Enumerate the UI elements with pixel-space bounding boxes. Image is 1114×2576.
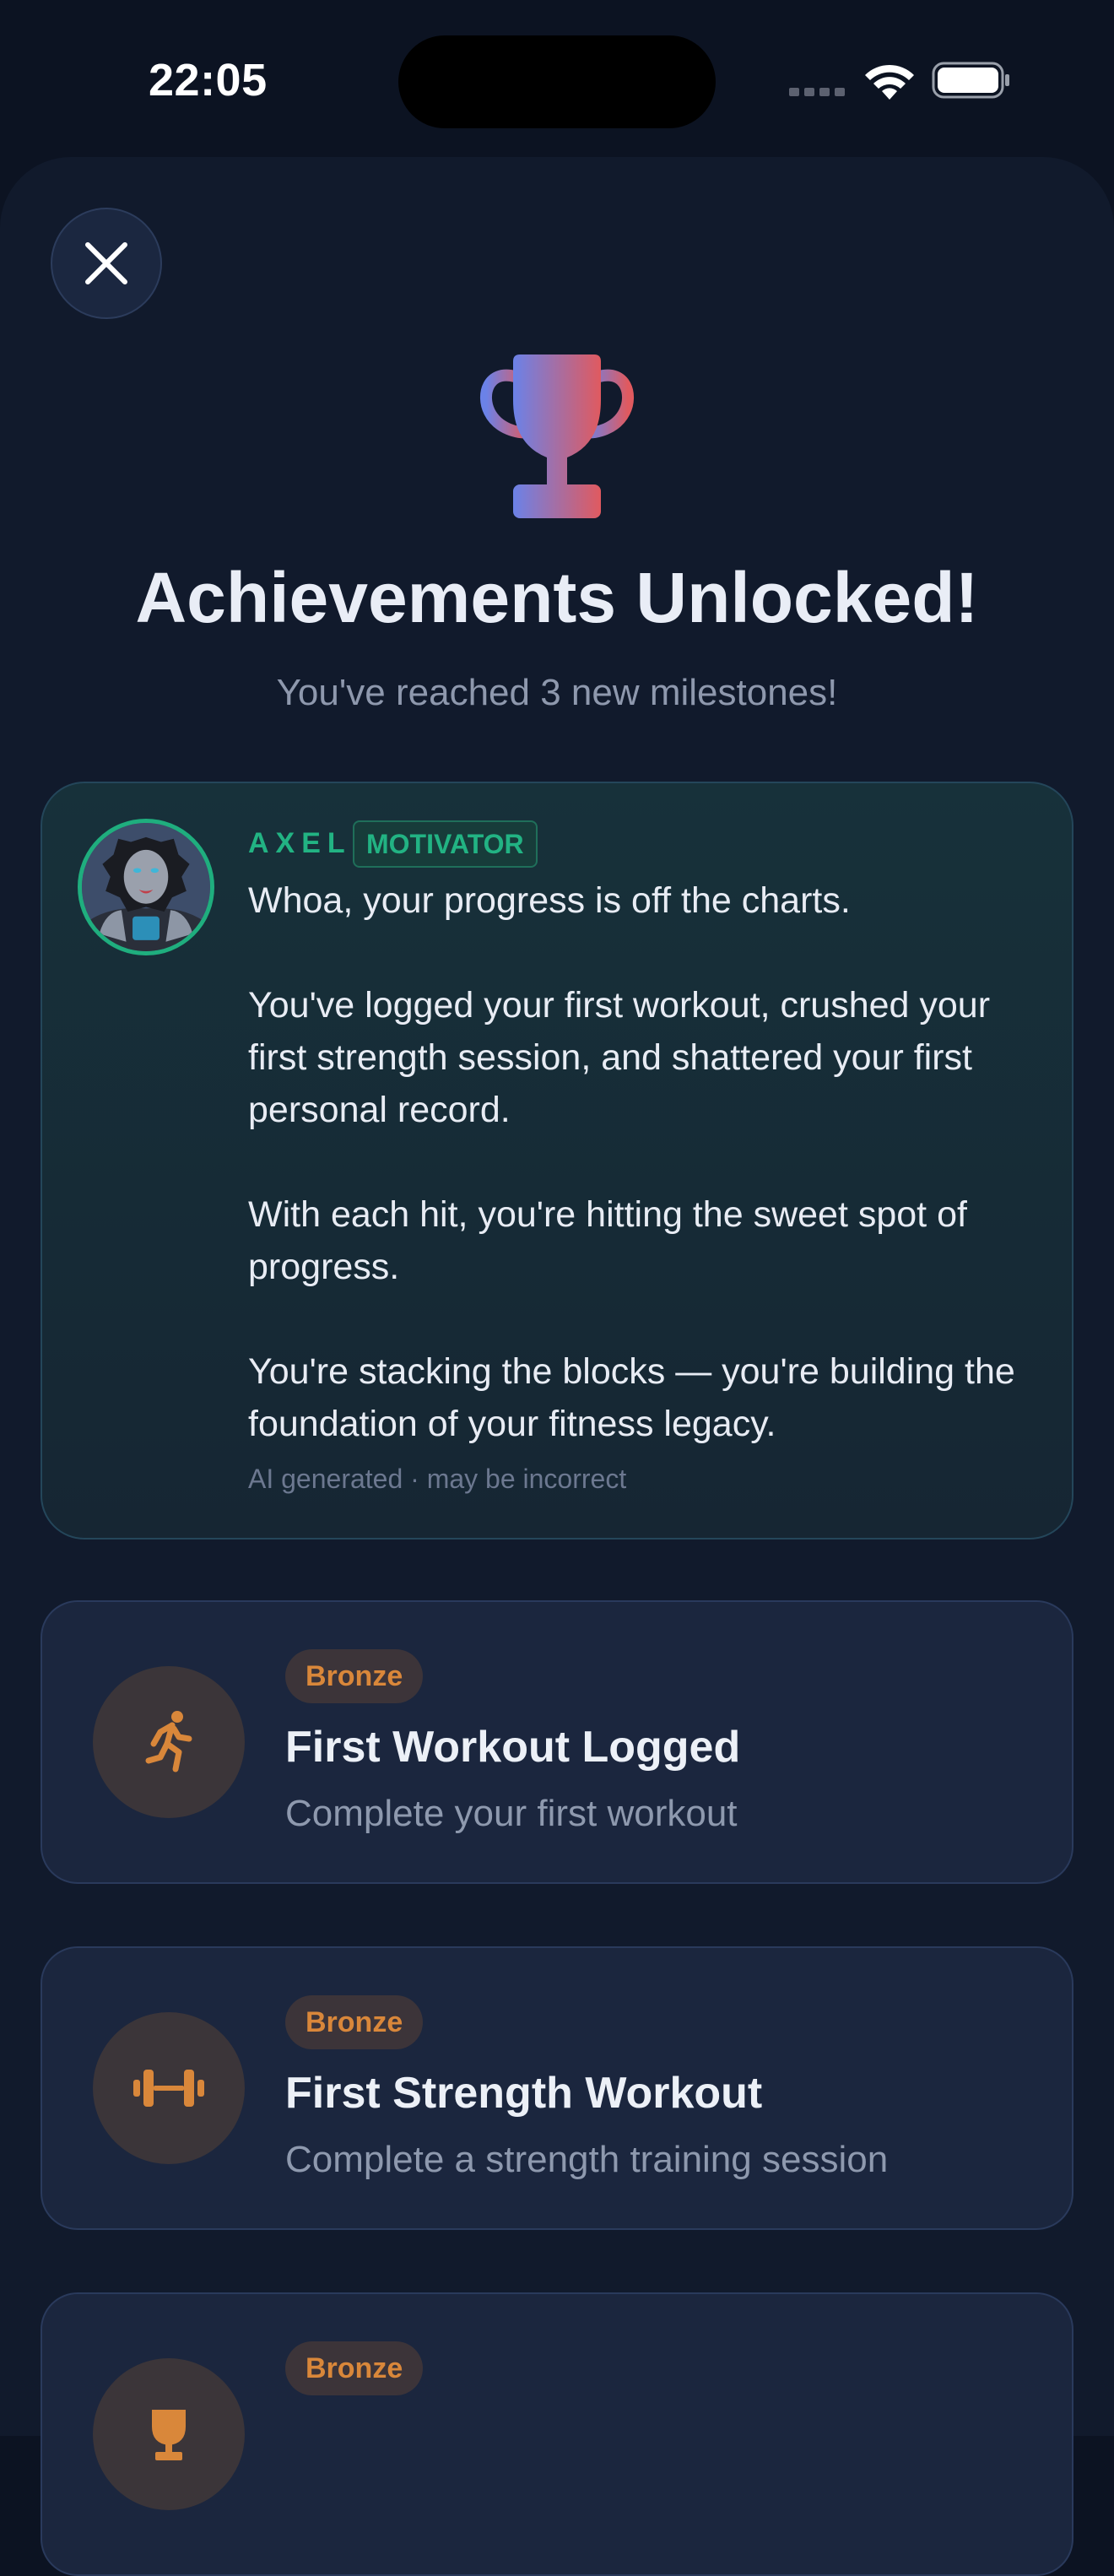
status-time: 22:05 (149, 55, 268, 106)
coach-avatar (78, 819, 214, 955)
coach-role-badge: MOTIVATOR (353, 820, 538, 868)
trophy-small-icon (152, 2410, 186, 2460)
tier-badge: Bronze (285, 1995, 424, 2049)
ai-disclaimer: AI generated · may be incorrect (248, 1464, 627, 1494)
page-subtitle: You've reached 3 new milestones! (276, 672, 838, 713)
achievement-icon-circle (93, 2358, 245, 2510)
message-paragraph: Whoa, your progress is off the charts. (248, 880, 851, 921)
close-button[interactable] (51, 208, 162, 319)
achievement-title: First Strength Workout (285, 2069, 763, 2118)
wifi-icon (865, 64, 914, 100)
dumbbell-icon (133, 2070, 204, 2107)
message-paragraph: With each hit, you're hitting the sweet … (248, 1194, 967, 1287)
achievement-card[interactable]: Bronze (41, 2292, 1073, 2576)
coach-message: Whoa, your progress is off the charts. Y… (248, 874, 1041, 1450)
message-paragraph: You're stacking the blocks — you're buil… (248, 1351, 1015, 1444)
close-icon (85, 242, 127, 284)
coach-name: AXEL (248, 827, 352, 859)
achievement-card[interactable]: Bronze First Workout Logged Complete you… (41, 1600, 1073, 1884)
dynamic-island (398, 35, 716, 128)
achievement-card[interactable]: Bronze First Strength Workout Complete a… (41, 1946, 1073, 2230)
achievement-title: First Workout Logged (285, 1723, 741, 1772)
tier-badge: Bronze (285, 1649, 424, 1703)
message-paragraph: You've logged your first workout, crushe… (248, 985, 991, 1130)
lion-avatar-icon (82, 823, 210, 951)
achievement-description: Complete a strength training session (285, 2139, 889, 2180)
page-title: Achievements Unlocked! (135, 558, 979, 637)
achievement-icon-circle (93, 2012, 245, 2164)
achievement-icon-circle (93, 1666, 245, 1818)
running-icon (145, 1711, 192, 1772)
battery-icon (932, 62, 1009, 99)
achievement-description: Complete your first workout (285, 1793, 738, 1834)
trophy-icon (480, 354, 634, 518)
tier-badge: Bronze (285, 2341, 424, 2395)
